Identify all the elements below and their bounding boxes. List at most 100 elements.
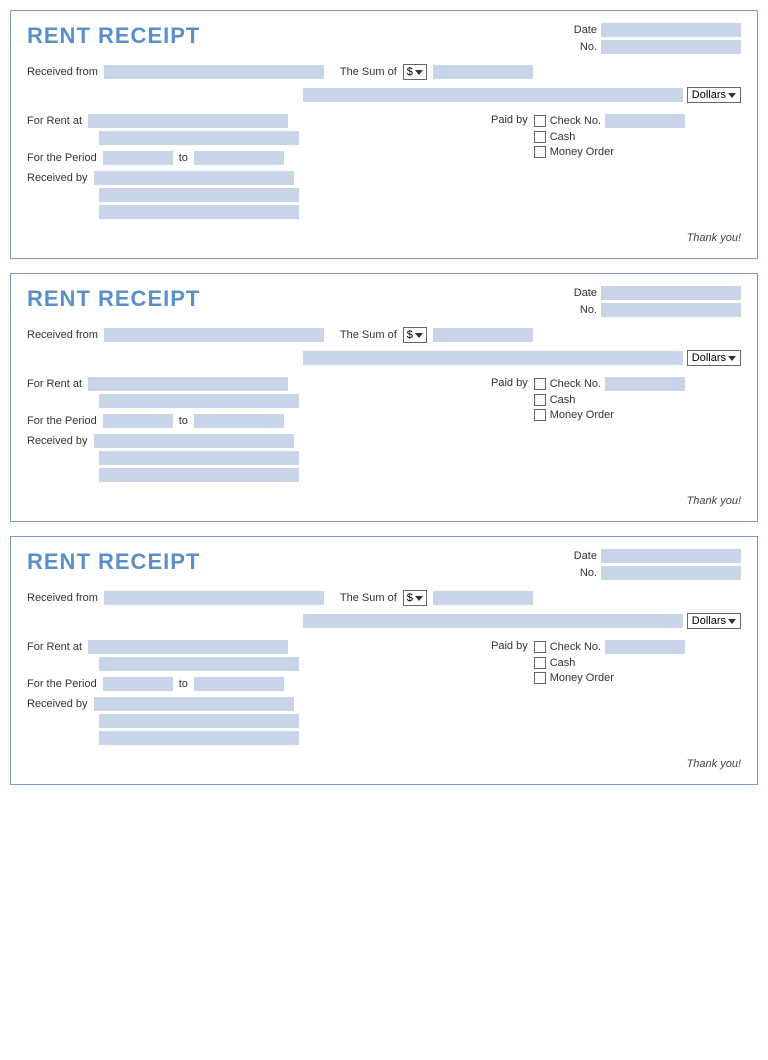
for-rent-field-3[interactable]	[88, 640, 288, 654]
check-no-row-1: Check No.	[534, 114, 685, 128]
received-by-label-1: Received by	[27, 172, 88, 184]
date-no-section-2: Date No.	[569, 286, 741, 317]
check-checkbox-1[interactable]	[534, 115, 546, 127]
money-order-checkbox-1[interactable]	[534, 146, 546, 158]
for-rent-at-label-1: For Rent at	[27, 115, 82, 127]
period-to-3[interactable]	[194, 677, 284, 691]
dollar-dropdown-1[interactable]: $	[403, 64, 427, 80]
receipt-1-body: Received from The Sum of $ Dollars	[27, 64, 741, 244]
sum-field-3[interactable]	[433, 591, 533, 605]
receipt-2: RENT RECEIPT Date No. Received from The …	[10, 273, 758, 522]
received-by-field-2b[interactable]	[99, 451, 299, 465]
period-to-2[interactable]	[194, 414, 284, 428]
received-by-field-1b[interactable]	[99, 188, 299, 202]
receipt-2-body: Received from The Sum of $ Dollars	[27, 327, 741, 507]
period-from-3[interactable]	[103, 677, 173, 691]
no-row-1: No.	[569, 40, 741, 54]
received-by-field-1[interactable]	[94, 171, 294, 185]
sum-of-label-3: The Sum of	[340, 592, 397, 604]
dollar-arrow-2	[415, 333, 423, 338]
receipt-container: RENT RECEIPT Date No. Received from The …	[10, 10, 758, 785]
rent-paid-section-3: For Rent at For the Period to R	[27, 640, 741, 745]
received-from-field-3[interactable]	[104, 591, 324, 605]
no-label-3: No.	[569, 567, 597, 579]
check-no-field-2[interactable]	[605, 377, 685, 391]
period-to-1[interactable]	[194, 151, 284, 165]
for-rent-field-1[interactable]	[88, 114, 288, 128]
checkbox-group-1: Check No. Cash Money Order	[534, 114, 685, 158]
received-by-field-1c[interactable]	[99, 205, 299, 219]
cash-checkbox-1[interactable]	[534, 131, 546, 143]
receipt-2-header: RENT RECEIPT Date No.	[27, 286, 741, 317]
rent-paid-section-1: For Rent at For the Period to	[27, 114, 741, 219]
no-label-1: No.	[569, 41, 597, 53]
dollars-dropdown-1[interactable]: Dollars	[687, 87, 741, 103]
no-row-2: No.	[569, 303, 741, 317]
for-rent-field-2b[interactable]	[99, 394, 299, 408]
sum-of-label-1: The Sum of	[340, 66, 397, 78]
received-from-field-1[interactable]	[104, 65, 324, 79]
no-field-3[interactable]	[601, 566, 741, 580]
for-rent-field-3b[interactable]	[99, 657, 299, 671]
dollars-full-field-2[interactable]	[303, 351, 683, 365]
cash-row-3: Cash	[534, 657, 685, 669]
checkbox-group-2: Check No. Cash Money Order	[534, 377, 685, 421]
received-from-label-2: Received from	[27, 329, 98, 341]
dollar-sign-2: $	[407, 329, 413, 341]
sum-field-1[interactable]	[433, 65, 533, 79]
date-field-3[interactable]	[601, 549, 741, 563]
for-rent-field-2[interactable]	[88, 377, 288, 391]
received-by-field-3b[interactable]	[99, 714, 299, 728]
dollars-full-field-3[interactable]	[303, 614, 683, 628]
date-field-1[interactable]	[601, 23, 741, 37]
no-field-1[interactable]	[601, 40, 741, 54]
dollars-dropdown-2[interactable]: Dollars	[687, 350, 741, 366]
received-by-field-3c[interactable]	[99, 731, 299, 745]
for-rent-at-label-3: For Rent at	[27, 641, 82, 653]
date-label-3: Date	[569, 550, 597, 562]
receipt-3-body: Received from The Sum of $ Dollars	[27, 590, 741, 770]
date-row-3: Date	[569, 549, 741, 563]
sum-field-2[interactable]	[433, 328, 533, 342]
check-checkbox-3[interactable]	[534, 641, 546, 653]
date-no-section-3: Date No.	[569, 549, 741, 580]
received-by-label-2: Received by	[27, 435, 88, 447]
receipt-3-header: RENT RECEIPT Date No.	[27, 549, 741, 580]
paid-by-section-2: Paid by Check No. Cash	[491, 377, 741, 421]
period-from-1[interactable]	[103, 151, 173, 165]
to-label-3: to	[179, 678, 188, 690]
period-from-2[interactable]	[103, 414, 173, 428]
receipt-3-title: RENT RECEIPT	[27, 549, 200, 575]
date-row-1: Date	[569, 23, 741, 37]
period-label-2: For the Period	[27, 415, 97, 427]
check-no-field-1[interactable]	[605, 114, 685, 128]
date-field-2[interactable]	[601, 286, 741, 300]
cash-checkbox-3[interactable]	[534, 657, 546, 669]
money-order-checkbox-3[interactable]	[534, 672, 546, 684]
cash-row-2: Cash	[534, 394, 685, 406]
receipt-3: RENT RECEIPT Date No. Received from The …	[10, 536, 758, 785]
received-by-field-2[interactable]	[94, 434, 294, 448]
right-fields-1: Paid by Check No. Cash	[491, 114, 741, 219]
for-rent-field-1b[interactable]	[99, 131, 299, 145]
money-order-label-3: Money Order	[550, 672, 614, 684]
for-rent-at-label-2: For Rent at	[27, 378, 82, 390]
check-no-label-2: Check No.	[550, 378, 601, 390]
dollars-full-field-1[interactable]	[303, 88, 683, 102]
cash-checkbox-2[interactable]	[534, 394, 546, 406]
no-field-2[interactable]	[601, 303, 741, 317]
check-no-field-3[interactable]	[605, 640, 685, 654]
check-checkbox-2[interactable]	[534, 378, 546, 390]
receipt-1: RENT RECEIPT Date No. Received from The …	[10, 10, 758, 259]
received-by-field-2c[interactable]	[99, 468, 299, 482]
dollars-dropdown-3[interactable]: Dollars	[687, 613, 741, 629]
no-row-3: No.	[569, 566, 741, 580]
money-order-checkbox-2[interactable]	[534, 409, 546, 421]
thank-you-3: Thank you!	[27, 758, 741, 770]
received-from-field-2[interactable]	[104, 328, 324, 342]
received-by-field-3[interactable]	[94, 697, 294, 711]
dollar-dropdown-2[interactable]: $	[403, 327, 427, 343]
dollar-dropdown-3[interactable]: $	[403, 590, 427, 606]
check-no-label-3: Check No.	[550, 641, 601, 653]
to-label-2: to	[179, 415, 188, 427]
